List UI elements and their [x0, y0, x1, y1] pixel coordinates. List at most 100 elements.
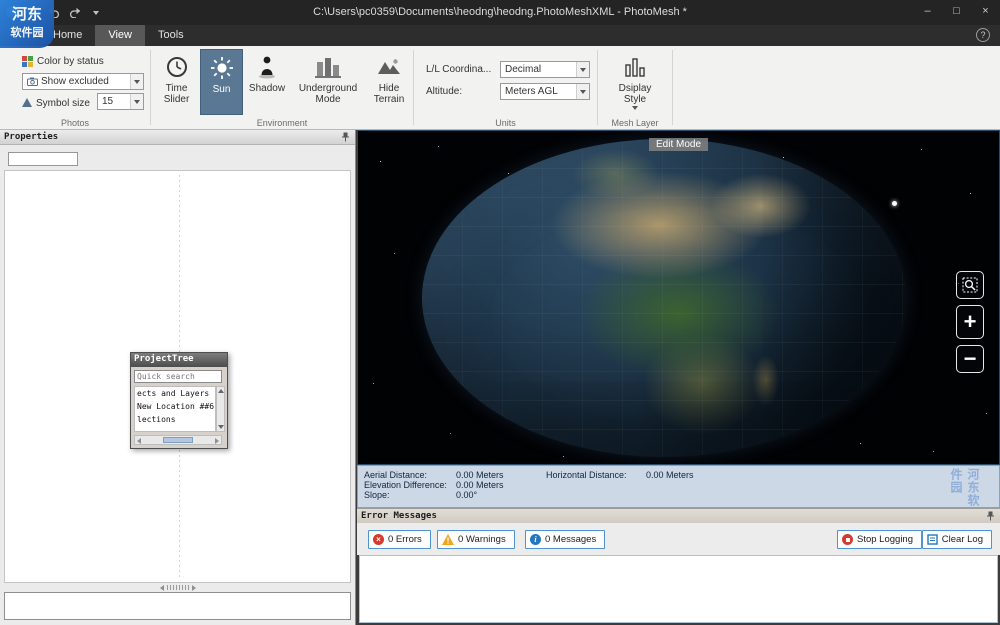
message-icon: i [530, 534, 541, 545]
clear-log-button[interactable]: Clear Log [922, 530, 992, 549]
ribbon-tab-row: Home View Tools ? [0, 25, 1000, 46]
hide-terrain-icon [377, 57, 401, 77]
tree-item-new-location[interactable]: New Location ##6 [135, 400, 215, 413]
help-button[interactable]: ? [976, 28, 990, 42]
display-style-icon [624, 56, 646, 78]
slope-value: 0.00° [456, 490, 477, 500]
underground-mode-label: Underground Mode [291, 83, 365, 105]
minimize-button[interactable]: – [913, 0, 942, 22]
pin-icon[interactable] [986, 511, 995, 521]
ll-coordinate-dropdown[interactable]: Decimal [500, 61, 590, 78]
dropdown-arrow [130, 74, 143, 89]
navigation-controls: + − [956, 271, 984, 373]
tree-item-collections[interactable]: lections [135, 413, 215, 426]
ll-coordinate-label: L/L Coordina... [426, 64, 491, 75]
site-watermark-logo: 河东 软件园 [0, 0, 54, 48]
color-by-status-icon [22, 56, 33, 67]
underground-mode-button[interactable]: Underground Mode [291, 49, 365, 115]
pin-icon[interactable] [341, 132, 350, 142]
graticule-overlay [422, 139, 906, 457]
zoom-window-icon [962, 277, 978, 293]
warnings-filter-button[interactable]: 0 Warnings [437, 530, 515, 549]
symbol-size-value: 15 [102, 96, 113, 107]
group-label-mesh-layer: Mesh Layer [598, 118, 672, 128]
show-excluded-dropdown[interactable]: Show excluded [22, 73, 144, 90]
time-slider-button[interactable]: Time Slider [154, 49, 199, 115]
error-messages-header: Error Messages [357, 508, 1000, 523]
stars-background [358, 131, 359, 132]
scroll-left-icon[interactable] [137, 438, 141, 444]
shadow-label: Shadow [244, 83, 290, 94]
hide-terrain-label: Hide Terrain [366, 83, 412, 105]
elevation-difference-label: Elevation Difference: [364, 480, 447, 490]
watermark-line1: 河东 [0, 5, 54, 24]
aerial-distance-value: 0.00 Meters [456, 470, 504, 480]
window-title: C:\Users\pc0359\Documents\heodng\heodng.… [150, 0, 850, 25]
scroll-down-icon[interactable] [218, 425, 224, 429]
customize-qat-button[interactable] [89, 6, 103, 20]
properties-filter-input[interactable] [8, 152, 78, 166]
clock-icon [166, 56, 188, 78]
project-tree-list: ects and Layers New Location ##6 lection… [134, 386, 216, 432]
color-by-status-label: Color by status [37, 56, 104, 67]
altitude-value: Meters AGL [505, 86, 558, 97]
symbol-size-label: Symbol size [36, 98, 90, 109]
project-tree-search-input[interactable] [134, 370, 222, 383]
dropdown-arrow [576, 84, 589, 99]
titlebar: C:\Users\pc0359\Documents\heodng\heodng.… [0, 0, 1000, 25]
zoom-in-button[interactable]: + [956, 305, 984, 339]
scroll-right-icon[interactable] [215, 438, 219, 444]
error-log-area [359, 555, 998, 623]
tab-tools[interactable]: Tools [145, 25, 197, 46]
earth-globe[interactable] [422, 139, 906, 457]
errors-filter-button[interactable]: × 0 Errors [368, 530, 431, 549]
stop-logging-button[interactable]: Stop Logging [837, 530, 922, 549]
shadow-button[interactable]: Shadow [244, 49, 290, 115]
scrollbar-thumb[interactable] [163, 437, 193, 443]
redo-button[interactable] [68, 6, 82, 20]
location-marker [892, 201, 897, 206]
measurements-bar: Aerial Distance: 0.00 Meters Horizontal … [357, 465, 1000, 508]
watermark-line2: 软件园 [0, 24, 54, 43]
symbol-size-icon [22, 98, 32, 108]
ll-coordinate-value: Decimal [505, 64, 541, 75]
hide-terrain-button[interactable]: Hide Terrain [366, 49, 412, 115]
terrain-3d-view[interactable]: Edit Mode + − [357, 130, 1000, 465]
splitter-handle[interactable] [4, 584, 351, 591]
maximize-button[interactable]: □ [942, 0, 971, 22]
sun-icon [210, 56, 234, 80]
horizontal-distance-value: 0.00 Meters [646, 470, 694, 480]
project-tree-horizontal-scrollbar[interactable] [134, 435, 222, 445]
sun-button[interactable]: Sun [200, 49, 243, 115]
altitude-dropdown[interactable]: Meters AGL [500, 83, 590, 100]
altitude-label: Altitude: [426, 86, 462, 97]
ribbon: Color by status Show excluded Symbol siz… [0, 46, 1000, 130]
aerial-distance-label: Aerial Distance: [364, 470, 427, 480]
group-label-environment: Environment [151, 118, 413, 128]
warnings-count-label: 0 Warnings [458, 534, 506, 545]
symbol-size-dropdown[interactable]: 15 [97, 93, 144, 110]
messages-filter-button[interactable]: i 0 Messages [525, 530, 605, 549]
close-button[interactable]: × [971, 0, 1000, 22]
messages-count-label: 0 Messages [545, 534, 596, 545]
group-separator [672, 50, 673, 125]
group-label-units: Units [414, 118, 597, 128]
project-tree-vertical-scrollbar[interactable] [216, 386, 225, 432]
properties-header: Properties [0, 130, 355, 145]
zoom-window-button[interactable] [956, 271, 984, 299]
properties-panel: Properties ProjectTree ects and Layers N… [0, 130, 356, 625]
scroll-up-icon[interactable] [218, 389, 224, 393]
photomesh-window: C:\Users\pc0359\Documents\heodng\heodng.… [0, 0, 1000, 625]
underground-buildings-icon [315, 56, 341, 78]
group-separator [597, 50, 598, 125]
project-tree-titlebar[interactable]: ProjectTree [131, 353, 227, 367]
color-by-status-control[interactable]: Color by status [22, 53, 104, 69]
zoom-out-button[interactable]: − [956, 345, 984, 373]
display-style-label: Dsiplay Style [607, 83, 663, 105]
shadow-person-icon [257, 55, 277, 79]
tab-view[interactable]: View [95, 25, 145, 46]
tree-item-projects-and-layers[interactable]: ects and Layers [135, 387, 215, 400]
splitter-grip-icon [167, 585, 189, 590]
edit-mode-badge: Edit Mode [649, 138, 708, 151]
display-style-button[interactable]: Dsiplay Style [607, 49, 663, 115]
